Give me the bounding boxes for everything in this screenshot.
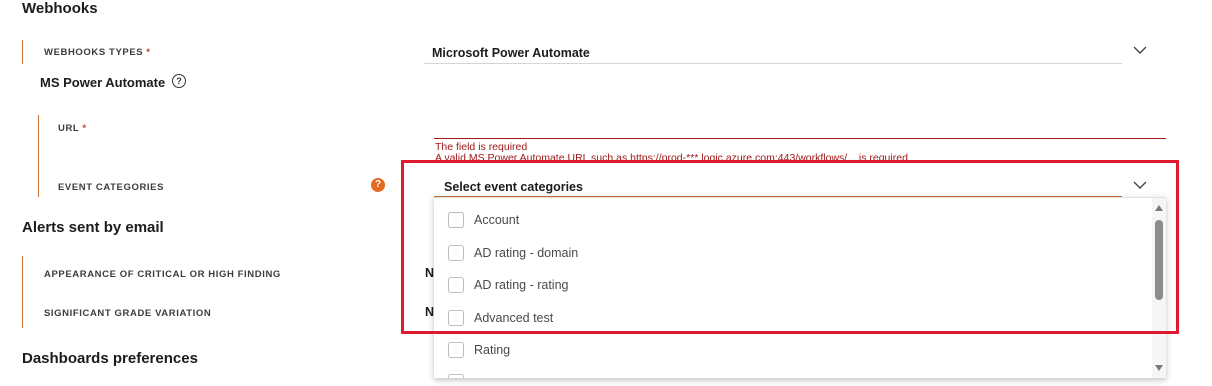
dropdown-option-account[interactable]: Account [448,211,519,229]
required-mark: * [146,47,151,58]
required-mark: * [82,123,87,134]
scrollbar-thumb[interactable] [1155,220,1163,300]
dropdown-option-ad-rating-rating[interactable]: AD rating - rating [448,276,568,294]
event-categories-dropdown[interactable]: Account AD rating - domain AD rating - r… [434,197,1166,378]
url-label: URL * [58,123,87,134]
option-label: Account [474,213,520,227]
option-label: AD rating - domain [474,246,579,260]
dashboards-section-title: Dashboards preferences [22,350,198,367]
alerts-accent-bar [22,256,23,328]
help-circle-icon[interactable]: ? [172,74,186,88]
checkbox[interactable] [448,310,464,326]
option-label: Rating [474,343,511,357]
webhooks-section-title: Webhooks [22,0,98,17]
url-input-underline-error[interactable] [434,138,1166,139]
event-categories-label: EVENT CATEGORIES [58,182,165,193]
dropdown-option-ad-rating-domain[interactable]: AD rating - domain [448,244,578,262]
checkbox[interactable] [448,212,464,228]
webhooks-type-accent-bar [22,40,23,64]
ms-power-automate-title: MS Power Automate [40,75,166,90]
chevron-down-icon[interactable] [1133,45,1147,55]
webhooks-type-label: WEBHOOKS TYPES * [44,47,151,58]
dropdown-option-partial[interactable] [448,373,464,378]
url-error-format: A valid MS Power Automate URL such as ht… [435,152,908,164]
critical-finding-label: APPEARANCE OF CRITICAL OR HIGH FINDING [44,269,281,280]
checkbox[interactable] [448,245,464,261]
dropdown-option-advanced-test[interactable]: Advanced test [448,309,553,327]
option-label: Advanced test [474,311,554,325]
chevron-down-icon[interactable] [1133,180,1147,190]
event-categories-select-placeholder[interactable]: Select event categories [444,180,583,194]
option-label: AD rating - rating [474,278,569,292]
url-accent-bar [38,115,39,197]
checkbox[interactable] [448,374,464,378]
checkbox[interactable] [448,342,464,358]
dropdown-scrollbar[interactable] [1152,198,1166,378]
help-icon[interactable]: ? [371,178,385,192]
alerts-section-title: Alerts sent by email [22,219,164,236]
dropdown-option-rating[interactable]: Rating [448,341,510,359]
scroll-down-arrow-icon[interactable] [1155,365,1163,371]
scroll-up-arrow-icon[interactable] [1155,205,1163,211]
checkbox[interactable] [448,277,464,293]
webhooks-type-underline [424,63,1122,64]
grade-variation-label: SIGNIFICANT GRADE VARIATION [44,308,212,319]
webhooks-type-select-value[interactable]: Microsoft Power Automate [432,46,590,60]
